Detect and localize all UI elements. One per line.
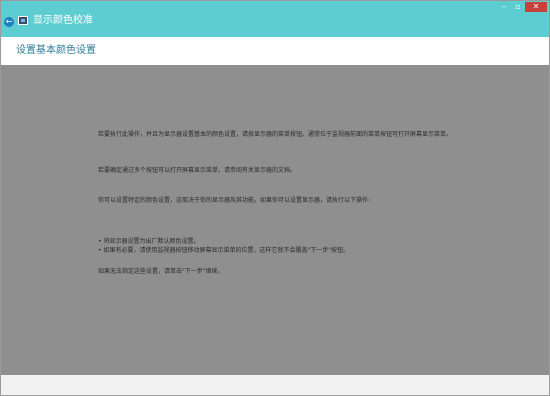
app-title: 显示颜色校准 <box>33 15 93 26</box>
bullet-item: • 如果有必要，请使用监视器按钮移动屏幕显示菜单的位置，这样它就不会覆盖"下一步… <box>98 247 349 254</box>
instruction-paragraph: 若要执行此操作，并且为显示器设置基本的颜色设置，请按显示器的菜单按钮。通常位于监… <box>98 131 453 138</box>
bullet-item: • 将显示器设置为出厂默认颜色设置。 <box>98 238 200 245</box>
instruction-paragraph: 你可以设置特定的颜色设置，这取决于你的显示器及其功能。如果你可以设置显示器，请执… <box>98 197 371 204</box>
calibration-window: ← 显示颜色校准 – ▫ ✕ 设置基本颜色设置 若要执行此操作，并且为显示器设置… <box>0 0 550 396</box>
closing-paragraph: 如果无法指定这些设置，请单击"下一步"继续。 <box>98 268 224 275</box>
page-header: 设置基本颜色设置 <box>1 37 549 65</box>
close-button[interactable]: ✕ <box>525 2 547 12</box>
instructions-panel: 若要执行此操作，并且为显示器设置基本的颜色设置，请按显示器的菜单按钮。通常位于监… <box>1 65 549 375</box>
instruction-paragraph: 若要确定通过多个按钮可以打开屏幕显示菜单，请参阅有关显示器的文档。 <box>98 167 297 174</box>
page-title: 设置基本颜色设置 <box>16 45 96 56</box>
title-bar: ← 显示颜色校准 – ▫ ✕ <box>1 1 549 37</box>
maximize-button[interactable]: ▫ <box>511 2 525 12</box>
minimize-button[interactable]: – <box>497 2 511 12</box>
footer-bar <box>1 375 549 395</box>
back-arrow-icon[interactable]: ← <box>4 17 14 27</box>
monitor-icon <box>18 16 28 25</box>
instruction-bullet-list: • 将显示器设置为出厂默认颜色设置。 • 如果有必要，请使用监视器按钮移动屏幕显… <box>98 237 478 255</box>
